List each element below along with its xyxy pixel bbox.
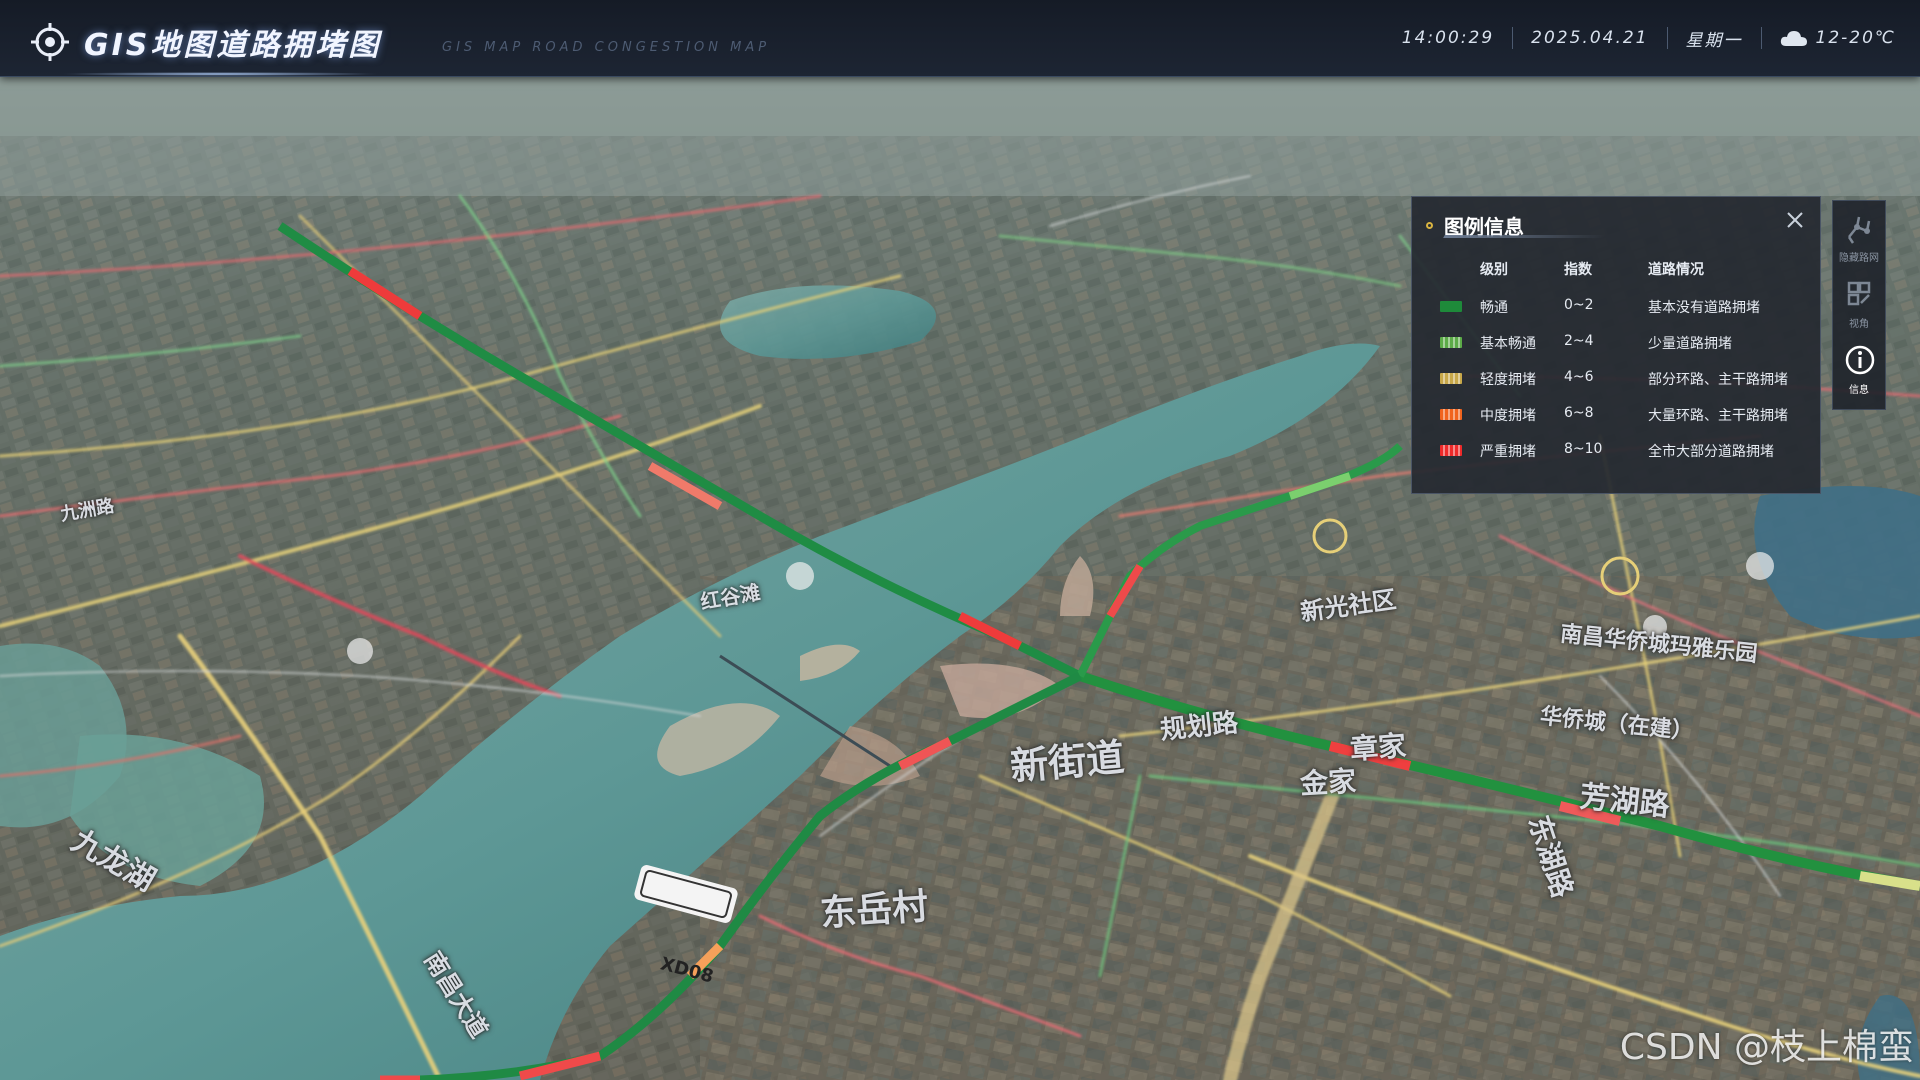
map-label: 新街道: [1008, 735, 1127, 789]
legend-row: 基本畅通 2~4 少量道路拥堵: [1412, 329, 1820, 359]
legend-row: 中度拥堵 6~8 大量环路、主干路拥堵: [1412, 401, 1820, 431]
legend-condition: 全市大部分道路拥堵: [1648, 444, 1774, 460]
weekday: 星期一: [1685, 30, 1743, 51]
legend-index: 4~6: [1564, 369, 1594, 385]
legend-level: 轻度拥堵: [1480, 372, 1536, 388]
header-status-bar: 14:00:29 2025.04.21 星期一 12-20℃: [1401, 26, 1896, 51]
map-label: 金家: [1299, 764, 1357, 801]
hide-road-network-label: 隐藏路网: [1839, 253, 1879, 264]
close-icon[interactable]: [1784, 209, 1806, 231]
map-label: 东岳村: [818, 886, 930, 935]
current-date: 2025.04.21: [1531, 28, 1649, 48]
top-header: GIS地图道路拥堵图 GIS MAP ROAD CONGESTION MAP 1…: [0, 0, 1920, 77]
legend-swatch: [1440, 301, 1462, 312]
map-label: 章家: [1349, 729, 1408, 766]
legend-level: 中度拥堵: [1480, 408, 1536, 424]
legend-level: 畅通: [1480, 300, 1508, 316]
view-angle-button[interactable]: 视角: [1833, 267, 1885, 333]
title-glow: [60, 72, 380, 76]
legend-condition: 大量环路、主干路拥堵: [1648, 408, 1788, 424]
legend-row: 严重拥堵 8~10 全市大部分道路拥堵: [1412, 437, 1820, 467]
legend-index: 0~2: [1564, 297, 1594, 313]
legend-title-underline: [1443, 235, 1605, 238]
legend-index: 6~8: [1564, 405, 1594, 421]
road-network-icon: [1847, 216, 1871, 244]
divider: [1760, 27, 1762, 49]
view-angle-label: 视角: [1849, 319, 1869, 330]
legend-level: 基本畅通: [1480, 336, 1536, 352]
divider: [1666, 27, 1668, 49]
view-angle-icon: [1847, 281, 1871, 306]
info-label: 信息: [1849, 385, 1869, 396]
crosshair-logo-icon: [31, 23, 69, 61]
legend-col-level: 级别: [1480, 262, 1508, 278]
map-label: 芳湖路: [1578, 779, 1672, 824]
legend-index: 2~4: [1564, 333, 1594, 349]
legend-col-index: 指数: [1564, 262, 1592, 278]
legend-swatch: [1440, 337, 1462, 348]
info-icon: [1845, 345, 1875, 375]
temperature: 12-20℃: [1815, 28, 1896, 48]
clock-time: 14:00:29: [1401, 28, 1495, 48]
legend-row: 轻度拥堵 4~6 部分环路、主干路拥堵: [1412, 365, 1820, 395]
legend-swatch: [1440, 373, 1462, 384]
legend-col-condition: 道路情况: [1648, 262, 1704, 278]
hide-road-network-button[interactable]: 隐藏路网: [1833, 201, 1885, 267]
legend-index: 8~10: [1564, 441, 1603, 457]
info-button[interactable]: 信息: [1833, 333, 1885, 399]
legend-panel: 图例信息 级别 指数 道路情况 畅通 0~2 基本没有道路拥堵 基本畅通 2~4…: [1411, 196, 1821, 494]
divider: [1512, 27, 1514, 49]
map-toolbar: 隐藏路网 视角 信息: [1832, 200, 1886, 410]
legend-row: 畅通 0~2 基本没有道路拥堵: [1412, 293, 1820, 323]
legend-swatch: [1440, 409, 1462, 420]
legend-level: 严重拥堵: [1480, 444, 1536, 460]
legend-swatch: [1440, 445, 1462, 456]
watermark: CSDN @枝上棉蛮: [1619, 1027, 1914, 1068]
map-canvas[interactable]: 新光社区 新街道 东岳村 芳湖路 规划路 章家 金家 东湖路 南昌华侨城玛雅乐园…: [0, 76, 1920, 1080]
page-subtitle: GIS MAP ROAD CONGESTION MAP: [442, 40, 771, 55]
legend-condition: 基本没有道路拥堵: [1648, 300, 1760, 316]
legend-bullet-icon: [1426, 222, 1433, 229]
page-title: GIS地图道路拥堵图: [84, 28, 382, 63]
cloud-icon: [1780, 31, 1807, 46]
legend-condition: 少量道路拥堵: [1648, 336, 1732, 352]
legend-condition: 部分环路、主干路拥堵: [1648, 372, 1788, 388]
